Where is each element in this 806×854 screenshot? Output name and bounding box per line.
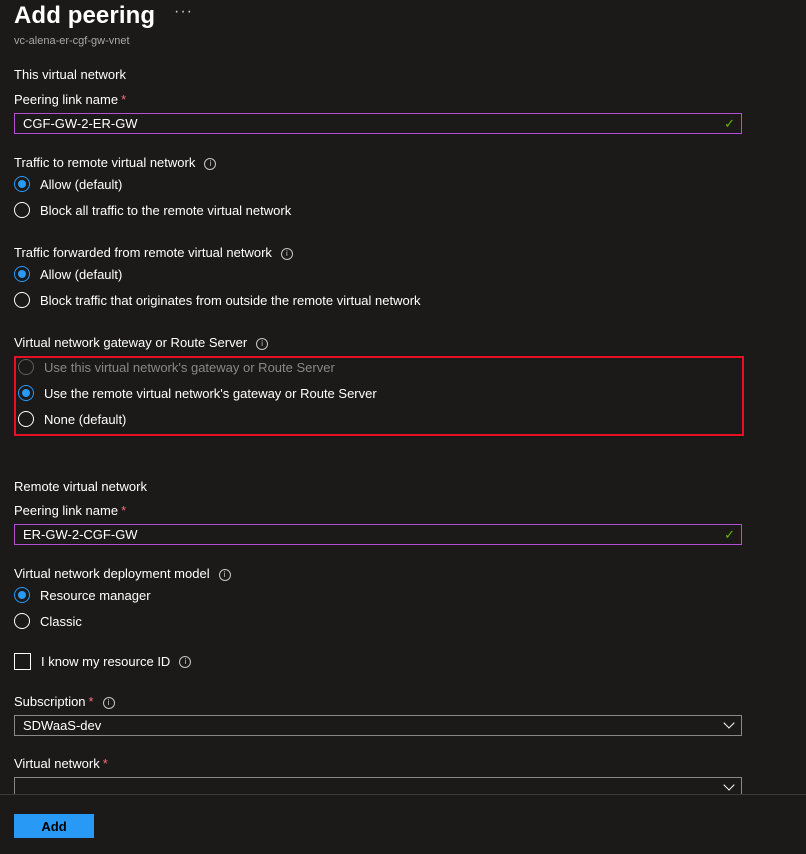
radio-traffic-forwarded-block[interactable]: Block traffic that originates from outsi… xyxy=(14,292,421,308)
section-remote-virtual-network: Remote virtual network xyxy=(14,479,147,494)
radio-traffic-forwarded-allow[interactable]: Allow (default) xyxy=(14,266,122,282)
radio-button-selected[interactable] xyxy=(14,266,30,282)
radio-deployment-classic[interactable]: Classic xyxy=(14,613,82,629)
radio-deployment-resource-manager[interactable]: Resource manager xyxy=(14,587,151,603)
page-title: Add peering xyxy=(14,2,156,29)
radio-gateway-use-this: Use this virtual network's gateway or Ro… xyxy=(18,359,335,375)
info-icon[interactable]: i xyxy=(179,655,192,668)
required-mark: * xyxy=(102,756,108,771)
chevron-down-icon xyxy=(723,717,735,729)
radio-gateway-none[interactable]: None (default) xyxy=(18,411,126,427)
radio-button-disabled xyxy=(18,359,34,375)
required-mark: * xyxy=(88,694,94,709)
info-icon[interactable]: i xyxy=(256,338,269,350)
radio-button[interactable] xyxy=(14,292,30,308)
radio-button-selected[interactable] xyxy=(18,385,34,401)
know-resource-id-checkbox[interactable] xyxy=(14,653,31,670)
subscription-dropdown[interactable]: SDWaaS-dev xyxy=(14,715,742,736)
gateway-label: Virtual network gateway or Route Server i xyxy=(14,335,269,350)
required-mark: * xyxy=(121,92,127,107)
traffic-forwarded-label: Traffic forwarded from remote virtual ne… xyxy=(14,245,293,260)
radio-button-selected[interactable] xyxy=(14,587,30,603)
peering-link-name-value: CGF-GW-2-ER-GW xyxy=(23,116,138,131)
subscription-label: Subscription * i xyxy=(14,694,115,709)
remote-peering-link-name-input[interactable]: ER-GW-2-CGF-GW ✓ xyxy=(14,524,742,545)
virtual-network-label: Virtual network * xyxy=(14,756,108,771)
required-mark: * xyxy=(121,503,127,518)
radio-button[interactable] xyxy=(18,411,34,427)
page-subtitle: vc-alena-er-cgf-gw-vnet xyxy=(14,35,130,47)
checkmark-icon: ✓ xyxy=(724,527,735,542)
radio-button-selected[interactable] xyxy=(14,176,30,192)
checkmark-icon: ✓ xyxy=(724,116,735,131)
info-icon[interactable]: i xyxy=(218,569,231,581)
chevron-down-icon xyxy=(723,779,735,791)
peering-link-name-input[interactable]: CGF-GW-2-ER-GW ✓ xyxy=(14,113,742,134)
radio-button[interactable] xyxy=(14,613,30,629)
ellipsis-icon[interactable]: ··· xyxy=(174,3,193,21)
radio-button[interactable] xyxy=(14,202,30,218)
section-this-virtual-network: This virtual network xyxy=(14,67,126,82)
add-button[interactable]: Add xyxy=(14,814,94,838)
info-icon[interactable]: i xyxy=(280,248,293,260)
radio-traffic-to-remote-block[interactable]: Block all traffic to the remote virtual … xyxy=(14,202,291,218)
radio-traffic-to-remote-allow[interactable]: Allow (default) xyxy=(14,176,122,192)
radio-gateway-use-remote[interactable]: Use the remote virtual network's gateway… xyxy=(18,385,377,401)
info-icon[interactable]: i xyxy=(204,158,217,170)
footer-bar xyxy=(0,795,806,854)
traffic-to-remote-label: Traffic to remote virtual network i xyxy=(14,155,217,170)
info-icon[interactable]: i xyxy=(102,697,115,709)
peering-link-name-label: Peering link name * xyxy=(14,92,127,107)
know-resource-id-checkbox-row[interactable]: I know my resource ID i xyxy=(14,653,192,670)
subscription-value: SDWaaS-dev xyxy=(23,718,102,733)
remote-peering-link-name-label: Peering link name * xyxy=(14,503,127,518)
deployment-model-label: Virtual network deployment model i xyxy=(14,566,231,581)
remote-peering-link-name-value: ER-GW-2-CGF-GW xyxy=(23,527,138,542)
